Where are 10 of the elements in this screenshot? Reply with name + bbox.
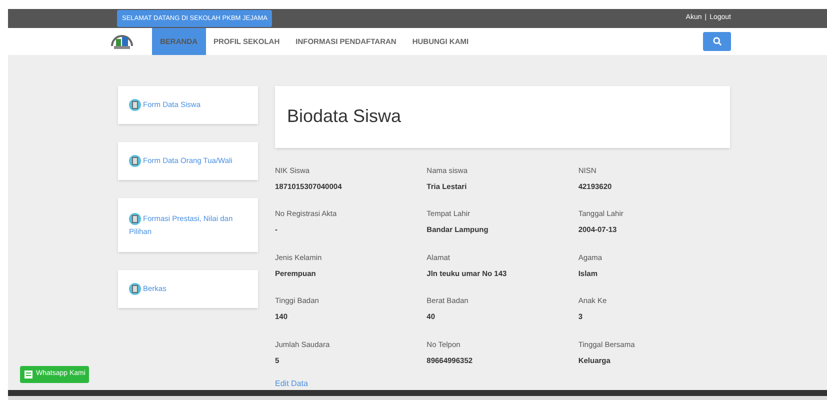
clipboard-icon bbox=[129, 155, 141, 168]
logo-icon bbox=[110, 32, 134, 50]
search-button[interactable] bbox=[703, 32, 731, 51]
clipboard-icon bbox=[129, 212, 141, 225]
search-icon bbox=[712, 36, 722, 46]
chat-icon bbox=[24, 370, 33, 379]
page-title: Biodata Siswa bbox=[287, 105, 402, 128]
edit-data-link[interactable]: Edit Data bbox=[275, 378, 730, 390]
clipboard-icon bbox=[129, 99, 141, 112]
clipboard-icon bbox=[129, 283, 141, 296]
